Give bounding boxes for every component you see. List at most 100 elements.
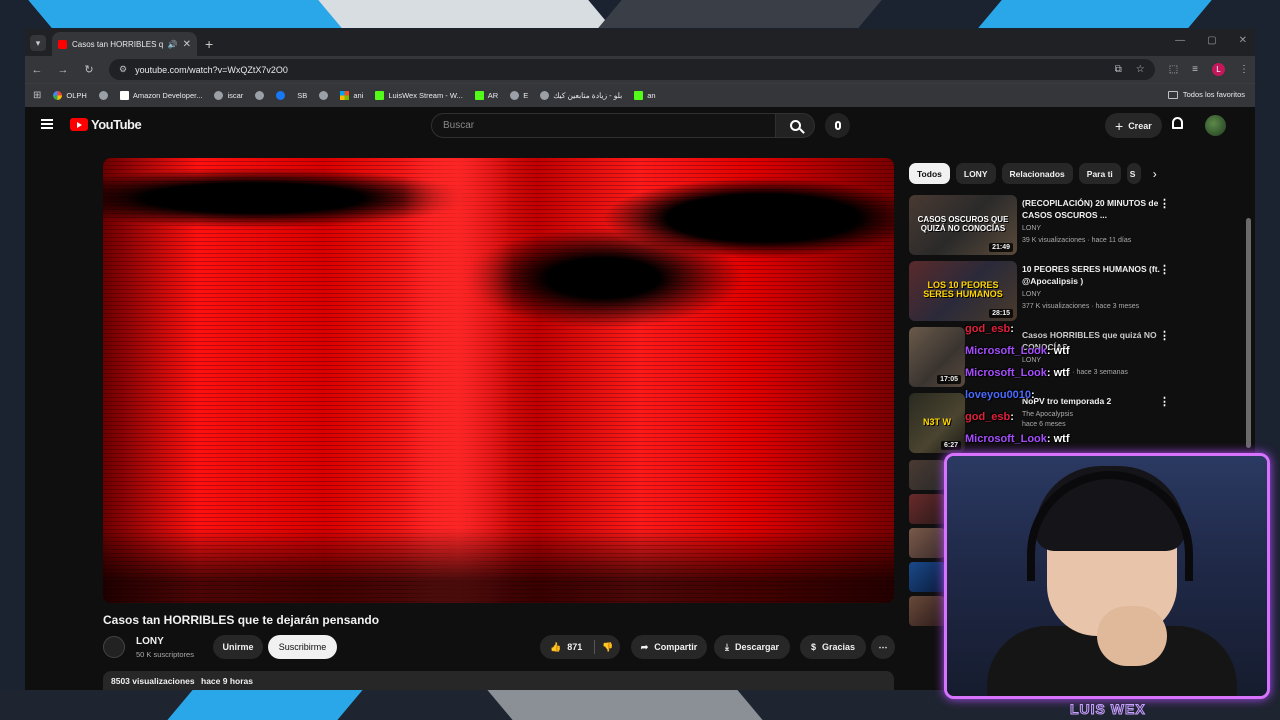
chip-partial[interactable]: S [1126,163,1141,184]
thanks-button[interactable]: $ Gracias [800,635,866,659]
kick-icon [634,91,644,100]
bookmark-item[interactable] [255,91,265,100]
share-arrow-icon: ➦ [640,641,649,652]
more-options-icon[interactable]: ⋮ [1159,263,1170,276]
recommendation-channel: The Apocalypsis [1022,411,1073,418]
subscribe-button[interactable]: Suscribirme [268,635,337,659]
bookmark-item[interactable]: بلو - زيادة متابعين كيك [540,91,622,100]
forward-arrow-icon[interactable]: → [57,64,69,76]
browser-menu-icon[interactable]: ⋮ [1239,64,1249,75]
recommendation-item[interactable]: 17:05 Casos HORRIBLES que quizá NO CONOC… [909,327,1239,387]
maximize-icon[interactable]: ▢ [1207,35,1216,46]
video-thumbnail[interactable]: N3T W 6:27 [909,393,965,453]
bookmark-item[interactable] [276,91,286,100]
notifications-bell-icon[interactable] [1172,117,1183,129]
youtube-logo[interactable]: YouTube [70,117,142,132]
chevron-right-icon[interactable]: › [1153,167,1157,181]
bookmark-item[interactable] [319,91,329,100]
description-box[interactable]: 8503 visualizaciones hace 9 horas [103,671,894,690]
video-thumbnail[interactable]: LOS 10 PEORES SERES HUMANOS 28:15 [909,261,1017,321]
tab-youtube[interactable]: Casos tan HORRIBLES que … 🔊 ✕ [52,32,197,56]
video-thumbnail[interactable]: CASOS OSCUROS QUE QUIZÁ NO CONOCÍAS 21:4… [909,195,1017,255]
channel-avatar[interactable] [103,636,125,658]
bookmark-star-icon[interactable]: ☆ [1136,64,1145,75]
more-options-icon[interactable]: ⋮ [1159,395,1170,408]
chat-message: god_esb: [965,411,1014,423]
recommendation-item[interactable]: N3T W 6:27 NoPV tro temporada 2 The Apoc… [909,393,1239,453]
create-button[interactable]: + Crear [1105,113,1162,138]
recommendation-title[interactable]: NoPV tro temporada 2 [1022,395,1162,407]
bookmark-item[interactable]: ani [340,91,363,100]
hamburger-menu-icon[interactable] [41,119,53,129]
close-tab-icon[interactable]: ✕ [183,39,191,50]
bookmark-item[interactable]: LuisWex Stream - W... [375,91,463,100]
join-button[interactable]: Unirme [213,635,263,659]
apps-grid-icon[interactable]: ⊞ [33,90,41,101]
youtube-logo-text: YouTube [91,117,142,132]
profile-avatar[interactable]: L [1212,63,1225,76]
close-window-icon[interactable]: ✕ [1239,35,1247,46]
new-tab-button[interactable]: + [205,36,213,52]
voice-search-button[interactable] [825,113,850,138]
thumbs-up-icon: 👍 [550,641,562,652]
bookmark-item[interactable]: SB [25,91,1255,690]
background-stripe [598,0,882,28]
upload-age: hace 9 horas [201,676,253,686]
extensions-puzzle-icon[interactable]: ⬚ [1169,64,1178,75]
media-controls-icon[interactable]: ≡ [1192,64,1198,75]
background-stripe [28,0,352,28]
video-thumbnail[interactable] [909,494,945,524]
chip-para-ti[interactable]: Para ti [1078,163,1121,184]
minimize-icon[interactable]: — [1175,35,1185,46]
search-input[interactable]: Buscar [431,113,776,138]
download-button[interactable]: ⤓ Descargar [714,635,790,659]
more-actions-button[interactable]: ⋯ [871,635,895,659]
video-thumbnail[interactable] [909,596,945,626]
page-scrollbar[interactable] [1246,218,1251,448]
chip-relacionados[interactable]: Relacionados [1001,163,1073,184]
recommendation-title[interactable]: 10 PEORES SERES HUMANOS (ft. @Apocalipsi… [1022,263,1162,287]
kick-icon [474,91,484,100]
video-thumbnail[interactable]: 17:05 [909,327,965,387]
site-settings-icon[interactable]: ⚙ [119,64,127,75]
more-options-icon[interactable]: ⋮ [1159,329,1170,342]
back-arrow-icon[interactable]: ← [31,64,43,76]
youtube-play-icon [70,118,88,131]
chip-todos[interactable]: Todos [909,163,950,184]
bookmark-item[interactable]: iscar [214,91,243,100]
more-dots-icon: ⋯ [878,641,888,652]
bookmark-item[interactable] [98,91,108,100]
plus-icon: + [1115,117,1124,134]
streamer-name-label: LUIS WEX [1070,701,1146,718]
bookmark-item[interactable]: E [510,91,528,100]
all-bookmarks[interactable]: Todos los favoritos [1167,90,1245,99]
account-avatar[interactable] [1205,115,1226,136]
install-app-icon[interactable]: ⧉ [1115,64,1122,75]
recommendation-item[interactable]: CASOS OSCUROS QUE QUIZÁ NO CONOCÍAS 21:4… [909,195,1239,255]
bookmark-item[interactable]: an [634,91,656,100]
chip-lony[interactable]: LONY [955,163,996,184]
bookmark-item[interactable]: AR [474,91,498,100]
url-field[interactable]: ⚙ youtube.com/watch?v=WxQZtX7v2O0 ⧉ ☆ [109,59,1155,80]
youtube-favicon-icon [58,39,67,49]
search-button[interactable] [775,113,815,138]
duration-badge: 17:05 [937,375,961,384]
share-button[interactable]: ➦ Compartir [631,635,707,659]
address-bar: ← → ↻ ⚙ youtube.com/watch?v=WxQZtX7v2O0 … [25,56,1255,83]
video-thumbnail[interactable] [909,460,945,490]
dislike-button[interactable]: 👎 [593,635,623,659]
bookmark-item[interactable]: Amazon Developer... [119,91,202,100]
speaker-icon[interactable]: 🔊 [168,40,178,49]
view-count: 8503 visualizaciones [111,676,195,686]
recommendation-title[interactable]: (RECOPILACIÓN) 20 MINUTOS de CASOS OSCUR… [1022,197,1162,221]
video-thumbnail[interactable] [909,562,945,592]
bookmark-item[interactable]: OLPH [53,91,87,100]
tab-search-icon[interactable]: ▾ [30,35,46,51]
more-options-icon[interactable]: ⋮ [1159,197,1170,210]
video-thumbnail[interactable] [909,528,945,558]
video-player[interactable] [103,158,894,603]
like-count: 871 [567,642,583,652]
channel-name[interactable]: LONY [136,636,164,647]
reload-icon[interactable]: ↻ [83,63,95,76]
recommendation-item[interactable]: LOS 10 PEORES SERES HUMANOS 28:15 10 PEO… [909,261,1239,321]
